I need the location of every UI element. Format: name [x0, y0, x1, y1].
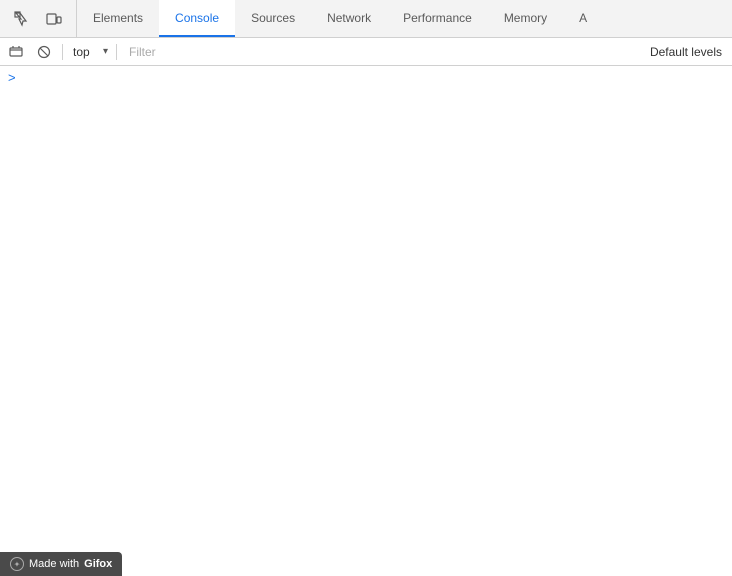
- tab-sources[interactable]: Sources: [235, 0, 311, 37]
- prompt-arrow-icon: >: [8, 70, 16, 85]
- badge-app: Gifox: [84, 558, 112, 570]
- default-levels-button[interactable]: Default levels: [644, 40, 728, 64]
- clear-console-button[interactable]: [4, 40, 28, 64]
- console-prompt[interactable]: >: [0, 66, 732, 89]
- tab-network[interactable]: Network: [311, 0, 387, 37]
- tab-console[interactable]: Console: [159, 0, 235, 37]
- badge-prefix: Made with: [29, 558, 79, 570]
- console-toolbar: top ▾ Default levels: [0, 38, 732, 66]
- gifox-icon: ✦: [10, 557, 24, 571]
- stop-button[interactable]: [32, 40, 56, 64]
- toolbar-divider: [62, 44, 63, 60]
- gifox-badge: ✦ Made with Gifox: [0, 552, 122, 576]
- filter-input[interactable]: [123, 40, 640, 64]
- inspect-element-button[interactable]: [8, 5, 36, 33]
- context-select-input[interactable]: top: [69, 40, 110, 64]
- device-toolbar-button[interactable]: [40, 5, 68, 33]
- tab-performance[interactable]: Performance: [387, 0, 488, 37]
- devtools-icons: [0, 0, 77, 37]
- tab-elements[interactable]: Elements: [77, 0, 159, 37]
- context-selector[interactable]: top ▾: [69, 40, 110, 64]
- toolbar-divider-2: [116, 44, 117, 60]
- tab-memory[interactable]: Memory: [488, 0, 563, 37]
- tab-bar: Elements Console Sources Network Perform…: [0, 0, 732, 38]
- console-content[interactable]: >: [0, 66, 732, 544]
- tab-more[interactable]: A: [563, 0, 603, 37]
